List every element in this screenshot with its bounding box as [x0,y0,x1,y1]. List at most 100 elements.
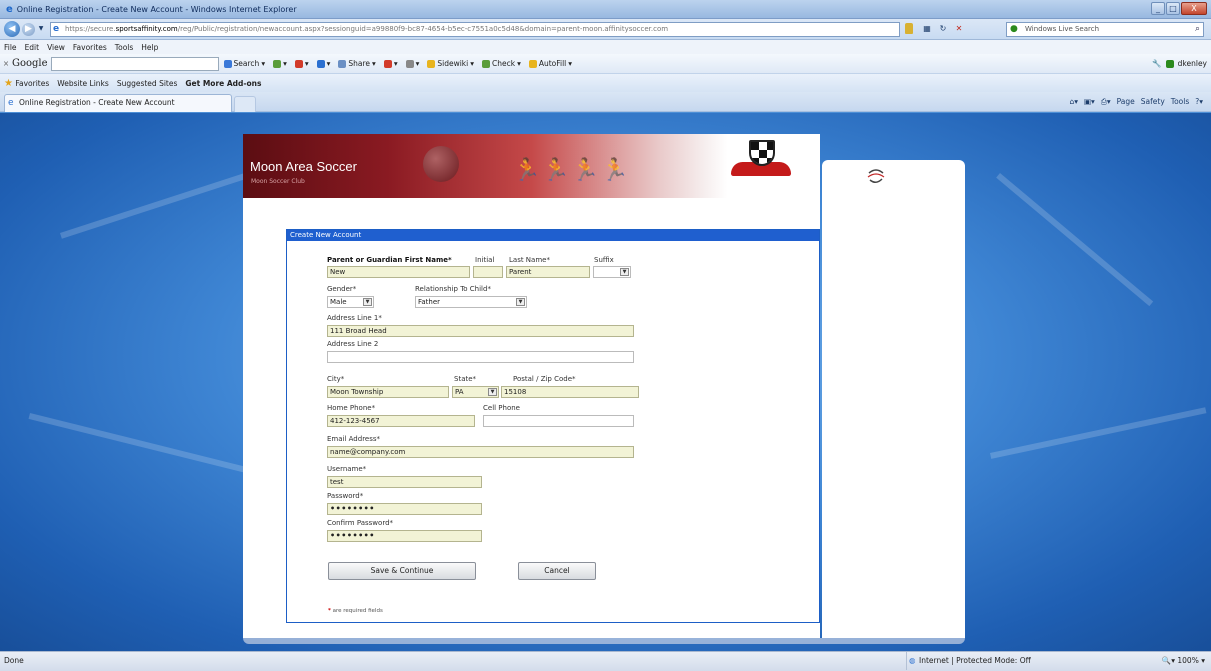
page-icon: e [8,98,14,108]
zoom-level[interactable]: 🔍▾ 100% ▾ [1162,652,1205,670]
chevron-down-icon: ▾ [568,59,573,68]
forward-button[interactable]: ▶ [22,23,35,36]
tab-label: Online Registration - Create New Account [19,98,175,107]
back-button[interactable]: ◀ [4,21,20,37]
site-banner: 🏃🏃🏃🏃 Moon Area Soccer Moon Soccer Club [243,134,820,198]
google-toolbar-button[interactable]: ▾ [314,59,334,68]
toolbar-button-icon [427,59,436,68]
address1-field[interactable]: 111 Broad Head [327,325,634,337]
toolbar-button-label: Check [491,59,516,68]
relationship-select[interactable]: Father ▼ [415,296,527,308]
password-field[interactable]: •••••••• [327,503,482,515]
menu-file[interactable]: File [4,43,17,52]
initial-field[interactable] [473,266,503,278]
print-icon[interactable]: ⎙▾ [1101,94,1111,110]
zip-label: Postal / Zip Code* [513,375,576,383]
suffix-select[interactable]: ▼ [593,266,631,278]
chevron-down-icon: ▼ [363,298,372,306]
home-icon[interactable]: ⌂▾ [1069,94,1078,110]
google-toolbar-button[interactable]: ▾ [381,59,401,68]
city-label: City* [327,375,345,383]
email-field[interactable]: name@company.com [327,446,634,458]
toolbar-button-icon [223,59,232,68]
security-zone[interactable]: ◍ Internet | Protected Mode: Off [906,652,1066,670]
menu-edit[interactable]: Edit [25,43,40,52]
favorite-link-addons[interactable]: Get More Add-ons [185,79,261,88]
command-tools[interactable]: Tools [1171,94,1189,110]
relationship-value: Father [418,298,441,306]
status-bar: Done ◍ Internet | Protected Mode: Off 🔍▾… [0,651,1211,671]
minimize-button[interactable]: _ [1151,2,1165,15]
tab-online-registration[interactable]: e Online Registration - Create New Accou… [4,94,232,112]
home-phone-field[interactable]: 412-123-4567 [327,415,475,427]
username-field[interactable]: test [327,476,482,488]
address2-field[interactable] [327,351,634,363]
google-search-input[interactable] [50,56,219,71]
menu-view[interactable]: View [47,43,65,52]
google-signin[interactable]: 🔧 dkenley [1152,59,1207,68]
toolbar-button-icon [383,59,392,68]
players-graphic: 🏃🏃🏃🏃 [513,158,631,183]
favorite-link-website-links[interactable]: Website Links [57,79,109,88]
recent-pages-dropdown[interactable]: ▼ [37,21,45,37]
maximize-button[interactable]: □ [1166,2,1180,15]
password-label: Password* [327,492,364,500]
google-toolbar-button[interactable]: ▾ [270,59,290,68]
email-label: Email Address* [327,435,381,443]
google-toolbar-button[interactable]: ▾ [292,59,312,68]
help-icon[interactable]: ?▾ [1195,94,1203,110]
command-page[interactable]: Page [1117,94,1135,110]
state-label: State* [454,375,477,383]
lock-icon[interactable] [905,23,913,34]
last-name-field[interactable]: Parent [506,266,590,278]
new-tab-button[interactable] [234,96,256,112]
window-controls: _ □ X [1151,2,1207,15]
first-name-field[interactable]: New [327,266,470,278]
gender-select[interactable]: Male ▼ [327,296,374,308]
address1-label: Address Line 1* [327,314,382,322]
confirm-password-field[interactable]: •••••••• [327,530,482,542]
google-toolbar-button[interactable]: ▾ [403,59,423,68]
chevron-down-icon: ▾ [517,59,521,68]
chevron-down-icon: ▾ [261,59,266,68]
menu-tools[interactable]: Tools [115,43,133,52]
city-field[interactable]: Moon Township [327,386,449,398]
zip-field[interactable]: 15108 [501,386,639,398]
url-path: /reg/Public/registration/newaccount.aspx… [177,25,669,33]
cell-phone-field[interactable] [483,415,634,427]
save-continue-button[interactable]: Save & Continue [328,562,476,580]
initial-label: Initial [475,256,495,264]
refresh-button[interactable]: ↻ [936,22,950,36]
favorite-link-suggested-sites[interactable]: Suggested Sites [117,79,178,88]
address-row: ◀ ▶ ▼ e https://secure.sportsaffinity.co… [0,19,1211,40]
toolbar-button-icon [405,59,414,68]
favorites-button[interactable]: ★ Favorites [4,78,49,89]
close-button[interactable]: X [1181,2,1207,15]
state-value: PA [455,388,464,396]
stop-button[interactable]: ✕ [952,22,966,36]
menu-favorites[interactable]: Favorites [73,43,107,52]
state-select[interactable]: PA ▼ [452,386,499,398]
window-titlebar: e Online Registration - Create New Accou… [0,0,1211,19]
feeds-icon[interactable]: ▣▾ [1084,94,1095,110]
chevron-down-icon: ▼ [516,298,525,306]
google-toolbar-button[interactable]: Sidewiki ▾ [424,59,477,68]
search-icon[interactable]: ⌕ [1195,23,1200,36]
google-toolbar-button[interactable]: Check ▾ [479,59,524,68]
compat-view-icon[interactable]: ▦ [920,22,934,36]
google-toolbar-button[interactable]: Share ▾ [335,59,378,68]
favorites-label: Favorites [15,78,50,88]
toolbar-button-icon [481,59,490,68]
close-toolbar-icon[interactable]: × [0,59,12,68]
address-bar-input[interactable]: e https://secure.sportsaffinity.com/reg/… [50,22,900,37]
zoom-value: 100% [1177,656,1199,665]
google-toolbar-button[interactable]: Search ▾ [221,59,269,68]
search-input[interactable]: ● Windows Live Search ⌕ [1006,22,1204,37]
page-viewport: 🏃🏃🏃🏃 Moon Area Soccer Moon Soccer Club C… [0,113,1211,651]
command-safety[interactable]: Safety [1141,94,1165,110]
window-title: Online Registration - Create New Account… [16,4,297,14]
menu-help[interactable]: Help [141,43,158,52]
google-toolbar-button[interactable]: AutoFill ▾ [526,59,575,68]
cancel-button[interactable]: Cancel [518,562,596,580]
wrench-icon[interactable]: 🔧 [1152,59,1161,68]
